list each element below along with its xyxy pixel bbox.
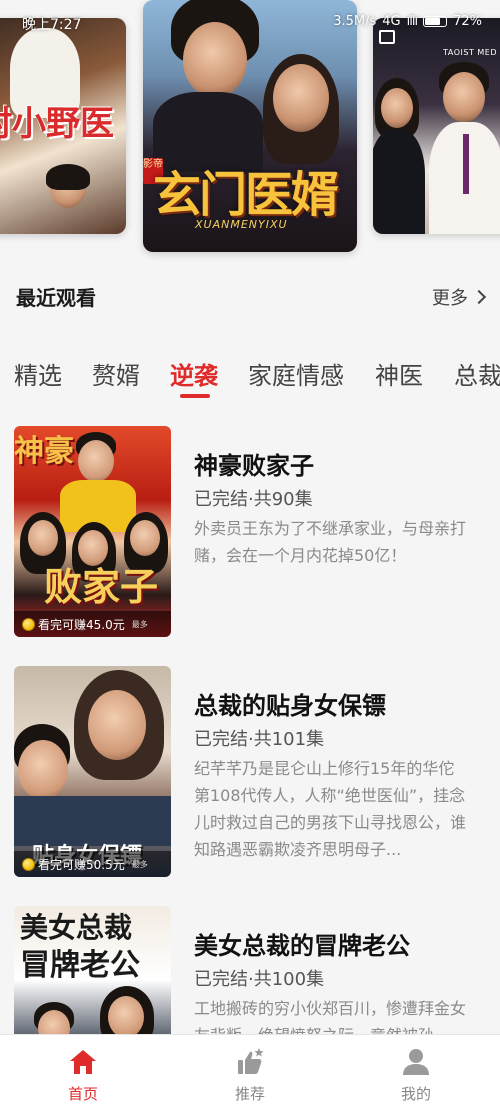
recent-watched-title: 最近观看 bbox=[16, 286, 96, 310]
coin-icon bbox=[22, 617, 35, 631]
poster-figure-head bbox=[108, 996, 144, 1034]
nav-mine[interactable]: 我的 bbox=[371, 1047, 461, 1104]
banner-figure-head bbox=[443, 72, 485, 122]
tab-family-drama[interactable]: 家庭情感 bbox=[248, 356, 344, 391]
network-type: 4G bbox=[382, 14, 401, 29]
status-bar: 晚上7:27 3.5M/s 4G ıllı 72% bbox=[0, 0, 500, 44]
more-label: 更多 bbox=[432, 288, 468, 309]
banner-card-left[interactable]: 村小野医 bbox=[0, 18, 126, 234]
drama-item[interactable]: 美女总裁 冒牌老公 美女总裁的冒牌老公 已完结·共100集 工地搬砖的穷小伙郑百… bbox=[0, 906, 500, 1034]
bottom-nav: 首页 推荐 我的 bbox=[0, 1034, 500, 1112]
user-icon bbox=[403, 1049, 429, 1075]
drama-status: 已完结·共101集 bbox=[194, 729, 325, 750]
more-button[interactable]: 更多 bbox=[432, 284, 487, 310]
banner-center-title: 玄门医婿 bbox=[153, 167, 339, 223]
drama-item[interactable]: 神豪 败家子 看完可赚45.0元 最多 神豪败家子 已完结·共90集 外卖员王东… bbox=[0, 426, 500, 638]
banner-left-title: 村小野医 bbox=[0, 104, 114, 144]
nav-home[interactable]: 首页 bbox=[38, 1047, 128, 1104]
status-indicators: 3.5M/s 4G ıllı 72% bbox=[333, 14, 482, 29]
banner-figure-body bbox=[373, 130, 425, 234]
network-speed: 3.5M/s bbox=[333, 14, 377, 29]
banner-right-watermark: TAOIST MED bbox=[443, 48, 497, 57]
drama-status: 已完结·共90集 bbox=[194, 489, 313, 510]
coin-icon bbox=[22, 857, 35, 871]
tab-comeback[interactable]: 逆袭 bbox=[170, 356, 218, 391]
battery-level: 72% bbox=[453, 14, 482, 29]
poster-top-text: 神豪 bbox=[14, 434, 74, 469]
thumbs-up-star-icon bbox=[238, 1048, 264, 1074]
nav-mine-label: 我的 bbox=[400, 1085, 431, 1103]
tab-ceo[interactable]: 总裁 bbox=[454, 356, 500, 391]
poster-figure-head bbox=[18, 740, 68, 800]
drama-poster[interactable]: 美女总裁 冒牌老公 bbox=[14, 906, 171, 1034]
banner-figure-head bbox=[381, 88, 413, 128]
category-tabs: 精选 赘婿 逆袭 家庭情感 神医 总裁 bbox=[0, 352, 500, 404]
recent-watched-header: 最近观看 更多 bbox=[0, 276, 500, 316]
poster-subtitle-text: 冒牌老公 bbox=[20, 948, 140, 983]
drama-title[interactable]: 总裁的贴身女保镖 bbox=[194, 686, 386, 721]
nav-recommend-label: 推荐 bbox=[234, 1085, 265, 1103]
earn-max-label: 最多 bbox=[131, 619, 148, 629]
tab-divine-doctor[interactable]: 神医 bbox=[375, 356, 423, 391]
poster-title-text: 败家子 bbox=[44, 564, 159, 609]
banner-card-right[interactable]: TAOIST MED bbox=[373, 18, 500, 234]
drama-poster[interactable]: 神豪 败家子 看完可赚45.0元 最多 bbox=[14, 426, 171, 637]
banner-figure-tie bbox=[463, 134, 469, 194]
drama-title[interactable]: 神豪败家子 bbox=[194, 446, 314, 481]
earn-reward-bar: 看完可赚50.5元 最多 bbox=[14, 851, 171, 877]
chevron-right-icon bbox=[471, 289, 487, 305]
drama-title[interactable]: 美女总裁的冒牌老公 bbox=[194, 926, 410, 961]
battery-icon bbox=[423, 16, 448, 27]
banner-figure-hair bbox=[46, 164, 90, 190]
drama-description: 外卖员王东为了不继承家业，与母亲打赌，会在一个月内花掉50亿！ bbox=[194, 519, 467, 565]
active-tab-indicator bbox=[180, 394, 210, 398]
signal-icon: ıllı bbox=[406, 14, 418, 29]
drama-poster[interactable]: 贴身女保镖 看完可赚50.5元 最多 bbox=[14, 666, 171, 877]
banner-figure-head-woman bbox=[273, 64, 329, 132]
poster-figure-head bbox=[78, 440, 114, 482]
banner-center-subtitle: XUANMENYIXU bbox=[195, 218, 288, 231]
earn-amount: 看完可赚45.0元 bbox=[38, 617, 125, 632]
earn-reward-bar: 看完可赚45.0元 最多 bbox=[14, 611, 171, 637]
drama-description: 纪芊芊乃是昆仑山上修行15年的华佗第108代传人，人称“绝世医仙”，挂念儿时救过… bbox=[194, 759, 467, 859]
earn-max-label: 最多 bbox=[131, 859, 148, 869]
tab-featured[interactable]: 精选 bbox=[14, 356, 62, 391]
nav-home-label: 首页 bbox=[67, 1085, 98, 1103]
tab-son-in-law[interactable]: 赘婿 bbox=[92, 356, 140, 391]
drama-status: 已完结·共100集 bbox=[194, 969, 325, 990]
nav-recommend[interactable]: 推荐 bbox=[205, 1047, 295, 1104]
status-time: 晚上7:27 bbox=[22, 17, 82, 33]
poster-figure-head bbox=[28, 520, 58, 556]
home-icon bbox=[70, 1050, 96, 1074]
poster-figure-head bbox=[130, 520, 160, 556]
drama-description: 工地搬砖的穷小伙郑百川，惨遭拜金女友背叛，绝望愤怒之际，竟然被孙 bbox=[194, 999, 467, 1034]
earn-amount: 看完可赚50.5元 bbox=[38, 857, 125, 872]
poster-figure-head bbox=[88, 690, 146, 760]
drama-item[interactable]: 贴身女保镖 看完可赚50.5元 最多 总裁的贴身女保镖 已完结·共101集 纪芊… bbox=[0, 666, 500, 878]
